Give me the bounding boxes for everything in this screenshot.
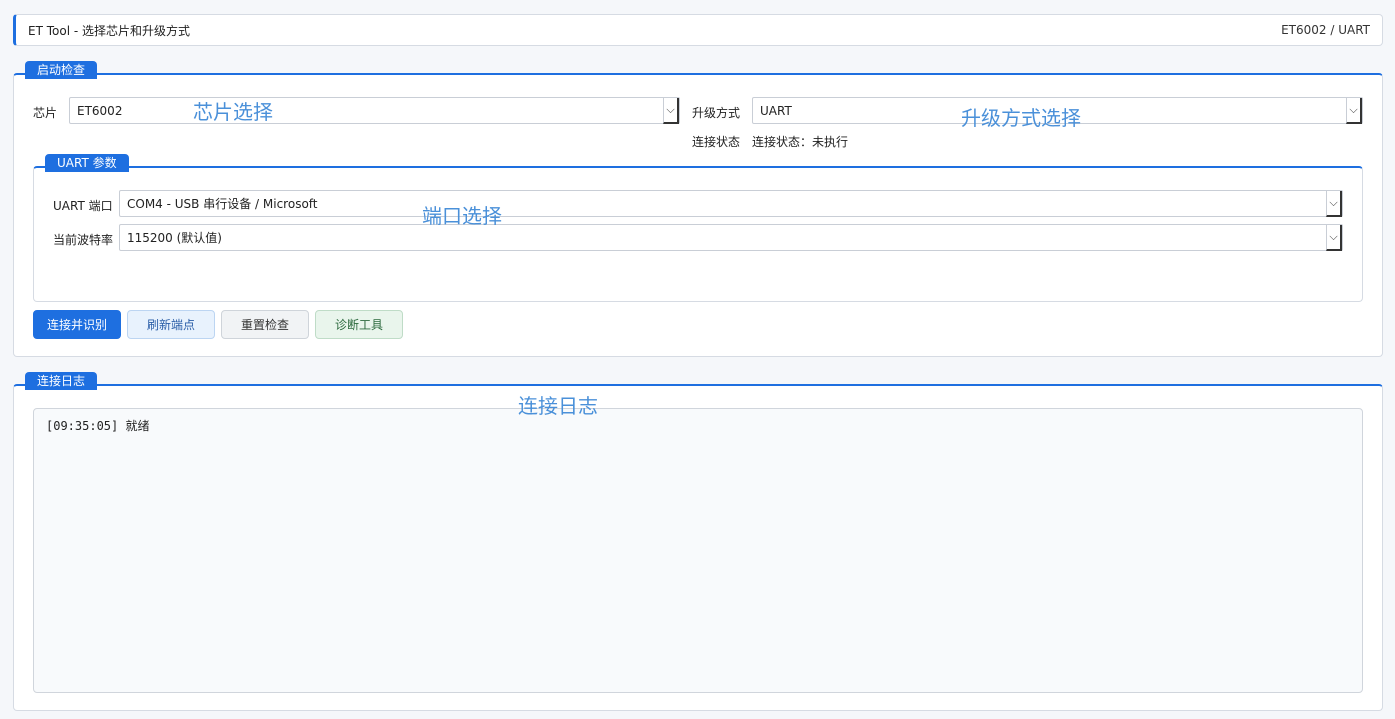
chevron-down-icon[interactable]: ⌵ bbox=[663, 98, 679, 124]
status-summary: ET6002 / UART bbox=[1281, 23, 1370, 37]
log-line: [09:35:05] 就绪 bbox=[46, 419, 150, 433]
baud-value: 115200 (默认值) bbox=[127, 231, 222, 245]
annotation-port-select: 端口选择 bbox=[422, 204, 502, 228]
chevron-down-icon[interactable]: ⌵ bbox=[1326, 225, 1342, 251]
startup-check-tab: 启动检查 bbox=[25, 61, 98, 79]
uart-port-value: COM4 - USB 串行设备 / Microsoft bbox=[127, 197, 318, 211]
chevron-down-icon[interactable]: ⌵ bbox=[1326, 191, 1342, 217]
title-bar: ET Tool - 选择芯片和升级方式 ET6002 / UART bbox=[13, 14, 1383, 46]
annotation-log: 连接日志 bbox=[518, 394, 598, 418]
annotation-upgrade-select: 升级方式选择 bbox=[961, 106, 1081, 130]
uart-params-tab: UART 参数 bbox=[45, 154, 129, 172]
conn-status-label: 连接状态 bbox=[692, 135, 741, 149]
refresh-button[interactable]: 刷新端点 bbox=[127, 310, 215, 339]
conn-status-value: 连接状态：未执行 bbox=[752, 135, 849, 149]
chip-select-value: ET6002 bbox=[77, 103, 123, 118]
upgrade-label: 升级方式 bbox=[692, 106, 741, 120]
annotation-chip-select: 芯片选择 bbox=[193, 100, 273, 124]
uart-params-panel: UART 参数 UART 端口 COM4 - USB 串行设备 / Micros… bbox=[33, 154, 1363, 302]
uart-port-select[interactable]: COM4 - USB 串行设备 / Microsoft ⌵ bbox=[119, 190, 1343, 217]
log-output[interactable]: [09:35:05] 就绪 bbox=[33, 408, 1363, 693]
reset-button[interactable]: 重置检查 bbox=[221, 310, 309, 339]
window-title: ET Tool - 选择芯片和升级方式 bbox=[28, 23, 190, 38]
uart-port-label: UART 端口 bbox=[53, 199, 113, 213]
baud-label: 当前波特率 bbox=[53, 233, 114, 247]
chip-label: 芯片 bbox=[33, 106, 58, 120]
log-panel: 连接日志 [09:35:05] 就绪 bbox=[13, 372, 1383, 711]
log-tab: 连接日志 bbox=[25, 372, 98, 390]
diag-button[interactable]: 诊断工具 bbox=[315, 310, 403, 339]
chevron-down-icon[interactable]: ⌵ bbox=[1346, 98, 1362, 124]
chip-select[interactable]: ET6002 ⌵ bbox=[69, 97, 680, 124]
baud-select[interactable]: 115200 (默认值) ⌵ bbox=[119, 224, 1343, 251]
upgrade-select-value: UART bbox=[760, 103, 792, 118]
connect-button[interactable]: 连接并识别 bbox=[33, 310, 121, 339]
